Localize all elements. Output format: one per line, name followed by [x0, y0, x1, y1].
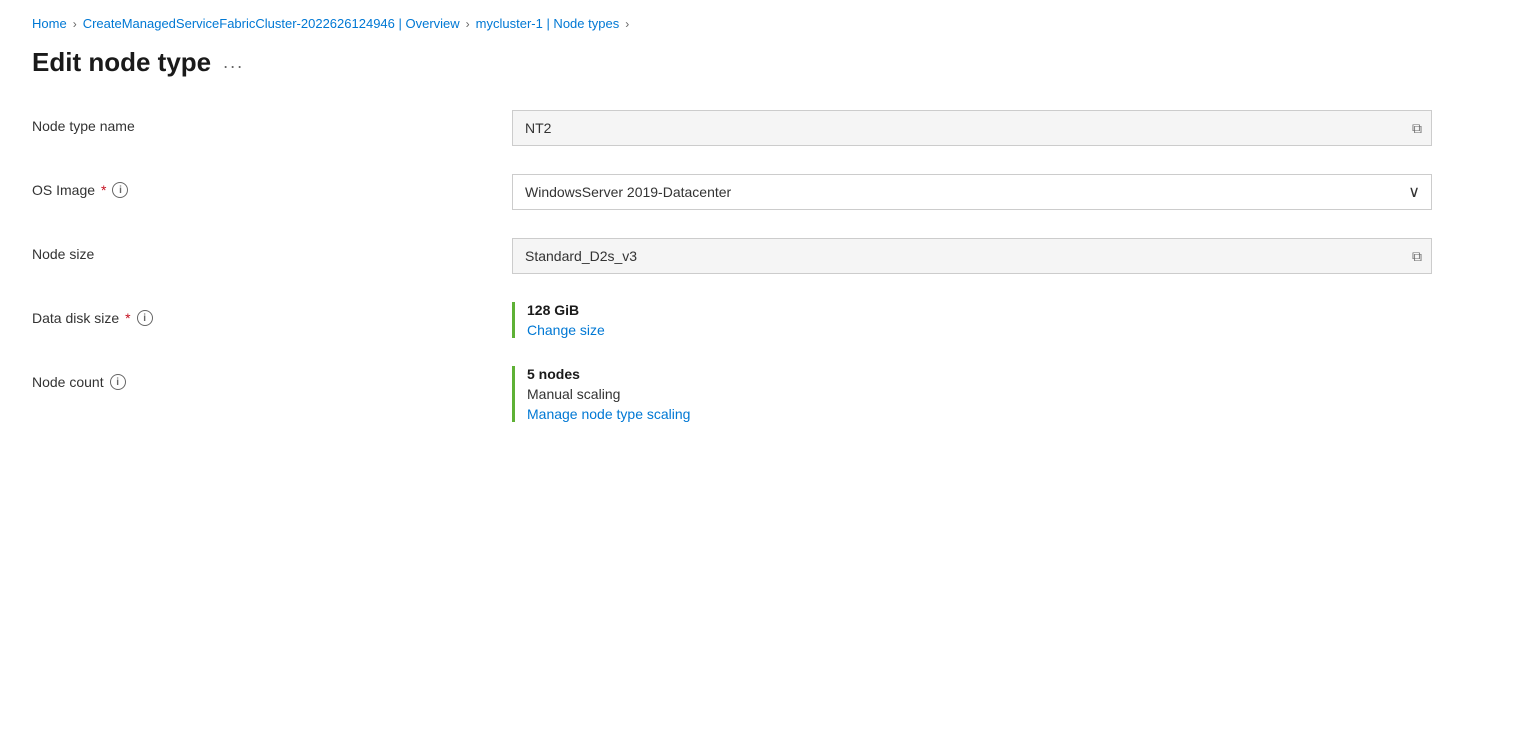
node-count-value: 5 nodes	[527, 366, 1432, 382]
os-image-info-icon[interactable]: i	[112, 182, 128, 198]
data-disk-size-value: 128 GiB	[527, 302, 1432, 318]
edit-node-type-form: Node type name ⧉ OS Image * i WindowsSer…	[32, 110, 1432, 422]
node-size-control: ⧉	[512, 238, 1432, 274]
data-disk-size-required: *	[125, 310, 130, 326]
node-count-label: Node count	[32, 374, 104, 390]
data-disk-size-row: Data disk size * i 128 GiB Change size	[32, 302, 1432, 338]
node-type-name-input[interactable]	[512, 110, 1432, 146]
os-image-select[interactable]: WindowsServer 2019-Datacenter	[512, 174, 1432, 210]
page-title: Edit node type	[32, 47, 211, 78]
breadcrumb-separator-2: ›	[466, 17, 470, 31]
breadcrumb: Home › CreateManagedServiceFabricCluster…	[32, 16, 1492, 31]
node-size-label: Node size	[32, 246, 94, 262]
os-image-label-col: OS Image * i	[32, 174, 512, 198]
node-count-scaling-label: Manual scaling	[527, 386, 1432, 402]
breadcrumb-home[interactable]: Home	[32, 16, 67, 31]
node-count-value-group: 5 nodes Manual scaling Manage node type …	[512, 366, 1432, 422]
os-image-row: OS Image * i WindowsServer 2019-Datacent…	[32, 174, 1432, 210]
node-type-name-row: Node type name ⧉	[32, 110, 1432, 146]
node-count-control: 5 nodes Manual scaling Manage node type …	[512, 366, 1432, 422]
node-size-row: Node size ⧉	[32, 238, 1432, 274]
node-size-label-col: Node size	[32, 238, 512, 262]
node-type-name-control: ⧉	[512, 110, 1432, 146]
os-image-select-wrapper: WindowsServer 2019-Datacenter ∨	[512, 174, 1432, 210]
manage-scaling-link[interactable]: Manage node type scaling	[527, 406, 1432, 422]
os-image-label: OS Image	[32, 182, 95, 198]
breadcrumb-overview[interactable]: CreateManagedServiceFabricCluster-202262…	[83, 16, 460, 31]
node-count-label-col: Node count i	[32, 366, 512, 390]
breadcrumb-separator-1: ›	[73, 17, 77, 31]
breadcrumb-node-types[interactable]: mycluster-1 | Node types	[476, 16, 620, 31]
node-count-row: Node count i 5 nodes Manual scaling Mana…	[32, 366, 1432, 422]
os-image-control: WindowsServer 2019-Datacenter ∨	[512, 174, 1432, 210]
page-header: Edit node type ...	[32, 47, 1492, 78]
breadcrumb-separator-3: ›	[625, 17, 629, 31]
node-type-name-input-wrapper: ⧉	[512, 110, 1432, 146]
node-count-info-icon[interactable]: i	[110, 374, 126, 390]
data-disk-size-info-icon[interactable]: i	[137, 310, 153, 326]
node-type-name-label: Node type name	[32, 118, 135, 134]
node-size-input[interactable]	[512, 238, 1432, 274]
more-options-button[interactable]: ...	[223, 52, 244, 73]
data-disk-size-value-group: 128 GiB Change size	[512, 302, 1432, 338]
data-disk-size-control: 128 GiB Change size	[512, 302, 1432, 338]
node-size-copy-icon[interactable]: ⧉	[1412, 248, 1422, 265]
node-type-name-label-col: Node type name	[32, 110, 512, 134]
os-image-required: *	[101, 182, 106, 198]
node-type-name-copy-icon[interactable]: ⧉	[1412, 120, 1422, 137]
change-size-link[interactable]: Change size	[527, 322, 1432, 338]
node-size-input-wrapper: ⧉	[512, 238, 1432, 274]
data-disk-size-label-col: Data disk size * i	[32, 302, 512, 326]
data-disk-size-label: Data disk size	[32, 310, 119, 326]
